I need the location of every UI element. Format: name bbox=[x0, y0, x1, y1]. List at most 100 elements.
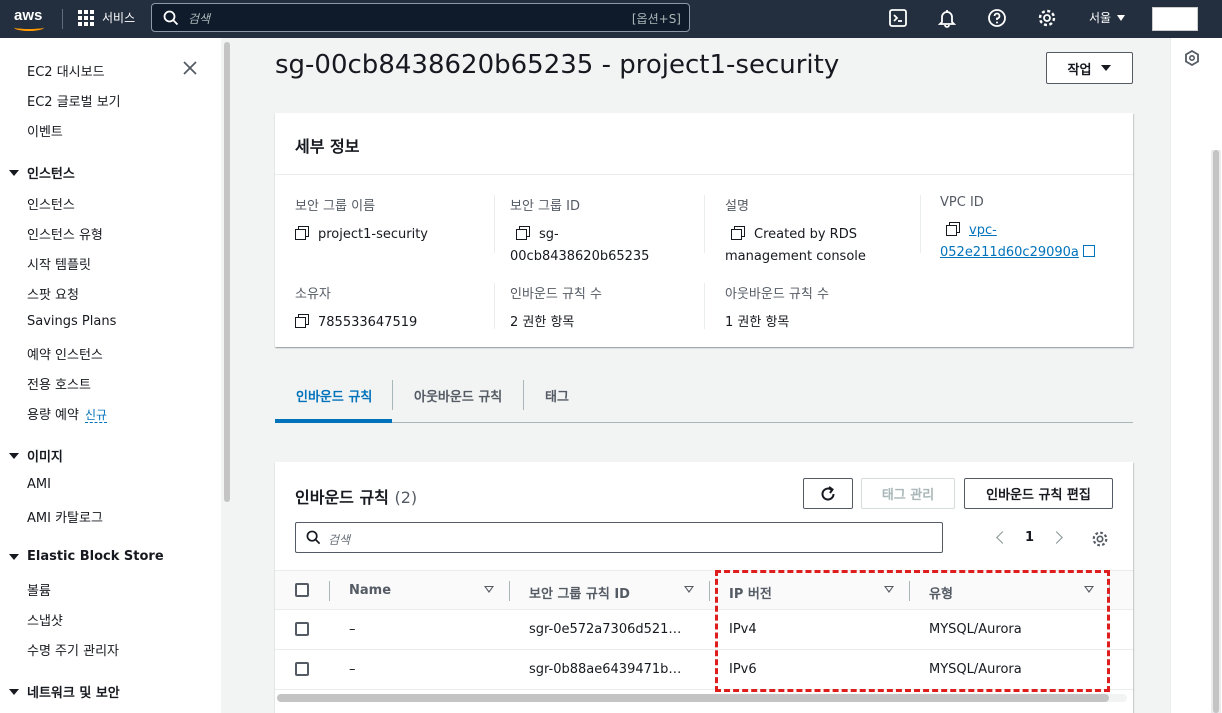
sidebar-item-volumes[interactable]: 볼륨 bbox=[27, 580, 51, 599]
sidebar-item-capacity-reservations[interactable]: 용량 예약 신규 bbox=[27, 404, 108, 423]
sidebar-item-instances[interactable]: 인스턴스 bbox=[27, 194, 75, 213]
sidebar-item-savings-plans[interactable]: Savings Plans bbox=[27, 314, 116, 329]
scrollbar-thumb[interactable] bbox=[1213, 150, 1219, 713]
account-menu[interactable] bbox=[1152, 7, 1198, 31]
column-divider bbox=[494, 283, 495, 329]
chevron-right-icon[interactable] bbox=[1050, 531, 1063, 544]
caret-down-icon bbox=[9, 452, 19, 459]
inbound-count-field: 인바운드 규칙 수 2 권한 항목 bbox=[510, 283, 700, 334]
sidebar-item-instance-types[interactable]: 인스턴스 유형 bbox=[27, 224, 103, 243]
region-selector[interactable]: 서울 bbox=[1089, 9, 1126, 26]
edit-inbound-rules-button[interactable]: 인바운드 규칙 편집 bbox=[964, 478, 1113, 509]
page-title: sg-00cb8438620b65235 - project1-security bbox=[275, 50, 840, 80]
sidebar-item-ami-catalog[interactable]: AMI 카탈로그 bbox=[27, 507, 103, 526]
pagination: 1 bbox=[996, 530, 1063, 545]
sidebar-item-ec2-dashboard[interactable]: EC2 대시보드 bbox=[27, 61, 105, 80]
actions-dropdown-button[interactable]: 작업 bbox=[1046, 52, 1133, 84]
sidebar-section-images[interactable]: 이미지 bbox=[9, 446, 63, 465]
help-icon[interactable] bbox=[987, 8, 1007, 28]
sg-id-field: 보안 그룹 ID sg- 00cb8438620b65235 bbox=[510, 195, 700, 268]
cloudshell-icon[interactable] bbox=[888, 8, 908, 28]
manage-tags-button[interactable]: 태그 관리 bbox=[861, 478, 955, 509]
vpc-link-line1[interactable]: vpc- bbox=[969, 223, 997, 238]
tab-tags[interactable]: 태그 bbox=[545, 386, 569, 405]
sidebar-item-ami[interactable]: AMI bbox=[27, 477, 51, 492]
outbound-count-value: 1 권한 항목 bbox=[725, 315, 790, 330]
refresh-button[interactable] bbox=[803, 478, 853, 509]
field-value: 785533647519 bbox=[295, 312, 485, 334]
column-header-name[interactable]: Name bbox=[349, 583, 391, 598]
field-value: project1-security bbox=[295, 224, 485, 246]
sidebar-section-network-security[interactable]: 네트워크 및 보안 bbox=[9, 682, 120, 701]
table-horizontal-scrollbar[interactable] bbox=[277, 694, 1127, 702]
actions-label: 작업 bbox=[1067, 62, 1092, 78]
sidebar-item-ec2-global-view[interactable]: EC2 글로벌 보기 bbox=[27, 91, 121, 110]
caret-down-icon bbox=[9, 688, 19, 695]
copy-icon[interactable] bbox=[516, 226, 530, 240]
inbound-rules-panel: 인바운드 규칙 (2) 태그 관리 인바운드 규칙 편집 검색 1 Name 보… bbox=[275, 462, 1133, 713]
new-badge: 신규 bbox=[84, 408, 108, 423]
inbound-rules-title: 인바운드 규칙 (2) bbox=[295, 484, 417, 508]
settings-gear-icon[interactable] bbox=[1037, 8, 1057, 28]
rules-search-input[interactable]: 검색 bbox=[295, 522, 943, 553]
sidebar-scrollbar[interactable] bbox=[221, 38, 233, 713]
red-dashed-highlight-box bbox=[715, 570, 1110, 692]
sg-name-value: project1-security bbox=[318, 227, 428, 242]
grid-icon bbox=[78, 9, 94, 26]
vpc-id-field: VPC ID vpc- 052e211d60c29090a bbox=[940, 195, 1130, 264]
copy-icon[interactable] bbox=[295, 314, 309, 328]
tab-inbound-rules[interactable]: 인바운드 규칙 bbox=[296, 386, 372, 405]
notifications-bell-icon[interactable] bbox=[937, 8, 957, 28]
sidebar-item-events[interactable]: 이벤트 bbox=[27, 121, 63, 140]
column-header-rule-id[interactable]: 보안 그룹 규칙 ID bbox=[529, 583, 630, 602]
rules-title-text: 인바운드 규칙 bbox=[295, 488, 389, 507]
select-all-checkbox[interactable] bbox=[295, 583, 309, 597]
sidebar-item-reserved-instances[interactable]: 예약 인스턴스 bbox=[27, 344, 103, 363]
chevron-left-icon[interactable] bbox=[996, 531, 1009, 544]
details-title: 세부 정보 bbox=[295, 137, 360, 156]
column-divider bbox=[494, 195, 495, 253]
info-panel-icon[interactable] bbox=[1184, 50, 1200, 66]
field-value: vpc- 052e211d60c29090a bbox=[940, 220, 1130, 264]
field-label: 설명 bbox=[725, 199, 749, 214]
sort-icon[interactable] bbox=[484, 586, 494, 593]
column-divider bbox=[709, 581, 710, 601]
search-placeholder: 검색 bbox=[188, 12, 211, 26]
nav-divider bbox=[62, 9, 63, 29]
row-checkbox[interactable] bbox=[295, 622, 309, 636]
owner-value: 785533647519 bbox=[318, 315, 418, 330]
sidebar-item-spot-requests[interactable]: 스팟 요청 bbox=[27, 284, 79, 303]
sidebar-section-instances[interactable]: 인스턴스 bbox=[9, 163, 75, 182]
sidebar-section-ebs[interactable]: Elastic Block Store bbox=[9, 549, 164, 564]
copy-icon[interactable] bbox=[295, 226, 309, 240]
external-link-icon[interactable] bbox=[1082, 245, 1095, 257]
tab-divider bbox=[523, 380, 524, 410]
description-field: 설명 Created by RDS management console bbox=[725, 195, 915, 268]
caret-down-icon bbox=[1101, 65, 1112, 71]
sidebar-item-dedicated-hosts[interactable]: 전용 호스트 bbox=[27, 374, 91, 393]
scrollbar-thumb[interactable] bbox=[277, 694, 1109, 702]
vpc-link-line2[interactable]: 052e211d60c29090a bbox=[940, 245, 1079, 260]
details-header: 세부 정보 bbox=[275, 113, 1133, 175]
close-icon[interactable] bbox=[182, 60, 198, 76]
scrollbar-thumb[interactable] bbox=[224, 42, 230, 502]
field-label: 소유자 bbox=[295, 287, 331, 302]
sidebar-item-lifecycle-manager[interactable]: 수명 주기 관리자 bbox=[27, 640, 119, 659]
field-label: 아웃바운드 규칙 수 bbox=[725, 287, 829, 302]
row-checkbox[interactable] bbox=[295, 662, 309, 676]
copy-icon[interactable] bbox=[946, 222, 960, 236]
aws-logo[interactable]: aws bbox=[12, 5, 48, 33]
sidebar-item-snapshots[interactable]: 스냅샷 bbox=[27, 610, 63, 629]
search-icon bbox=[306, 530, 321, 545]
refresh-icon bbox=[821, 485, 835, 501]
table-preferences-gear-icon[interactable] bbox=[1091, 530, 1109, 548]
global-search-input[interactable]: 검색 [옵션+S] bbox=[151, 3, 690, 32]
tab-outbound-rules[interactable]: 아웃바운드 규칙 bbox=[414, 386, 502, 405]
services-menu-button[interactable]: 서비스 bbox=[78, 9, 135, 26]
cell-rule-id: sgr-0e572a7306d521… bbox=[529, 622, 682, 637]
page-number[interactable]: 1 bbox=[1025, 530, 1034, 545]
copy-icon[interactable] bbox=[731, 226, 745, 240]
page-scrollbar[interactable] bbox=[1211, 150, 1221, 713]
sort-icon[interactable] bbox=[684, 586, 694, 593]
sidebar-item-launch-templates[interactable]: 시작 템플릿 bbox=[27, 254, 91, 273]
